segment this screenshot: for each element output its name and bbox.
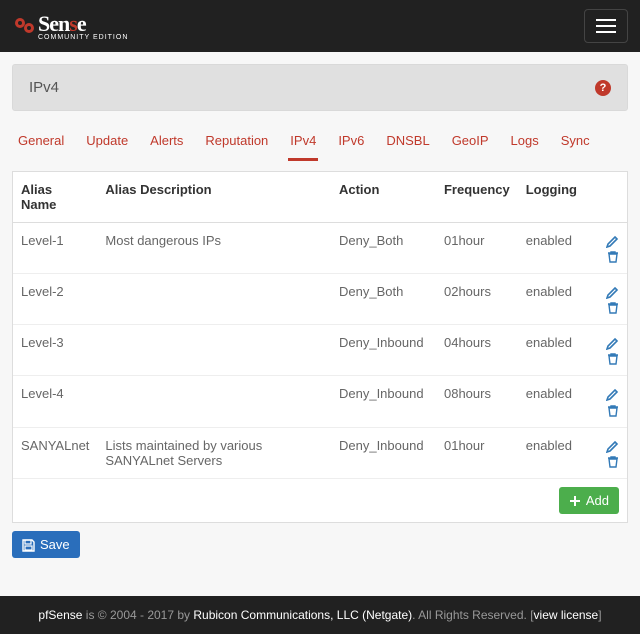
cell-desc: Lists maintained by various SANYALnet Se… — [97, 427, 331, 478]
cell-desc — [97, 376, 331, 427]
panel-heading: IPv4 ? — [12, 64, 628, 111]
tab-alerts[interactable]: Alerts — [148, 125, 185, 161]
tab-logs[interactable]: Logs — [509, 125, 541, 161]
footer-company: Rubicon Communications, LLC (Netgate) — [193, 608, 412, 622]
cell-freq: 01hour — [436, 223, 518, 274]
cell-action: Deny_Both — [331, 274, 436, 325]
footer-years: is © 2004 - 2017 by — [82, 608, 193, 622]
tab-sync[interactable]: Sync — [559, 125, 592, 161]
delete-icon[interactable] — [607, 453, 619, 468]
cell-freq: 04hours — [436, 325, 518, 376]
edit-icon[interactable] — [606, 386, 619, 401]
add-button[interactable]: Add — [559, 487, 619, 514]
cell-freq: 08hours — [436, 376, 518, 427]
tab-ipv4[interactable]: IPv4 — [288, 125, 318, 161]
logo-icon — [12, 13, 38, 39]
delete-icon[interactable] — [607, 401, 619, 416]
delete-icon[interactable] — [607, 350, 619, 365]
cell-name: Level-1 — [13, 223, 97, 274]
footer-rights: . All Rights Reserved. [ — [412, 608, 533, 622]
help-icon[interactable]: ? — [595, 80, 611, 96]
save-button-label: Save — [40, 537, 70, 552]
cell-log: enabled — [518, 274, 585, 325]
cell-freq: 02hours — [436, 274, 518, 325]
edit-icon[interactable] — [606, 438, 619, 453]
alias-table: Alias Name Alias Description Action Freq… — [12, 171, 628, 523]
cell-freq: 01hour — [436, 427, 518, 478]
footer-view-license[interactable]: view license — [534, 608, 599, 622]
footer: pfSense is © 2004 - 2017 by Rubicon Comm… — [0, 596, 640, 634]
table-header-row: Alias Name Alias Description Action Freq… — [13, 172, 627, 223]
cell-desc — [97, 325, 331, 376]
col-frequency: Frequency — [436, 172, 518, 223]
cell-name: SANYALnet — [13, 427, 97, 478]
cell-log: enabled — [518, 325, 585, 376]
tab-ipv6[interactable]: IPv6 — [336, 125, 366, 161]
menu-toggle-button[interactable] — [584, 9, 628, 43]
cell-action: Deny_Inbound — [331, 376, 436, 427]
save-button[interactable]: Save — [12, 531, 80, 558]
table-row: Level-3 Deny_Inbound04hoursenabled — [13, 325, 627, 376]
cell-name: Level-3 — [13, 325, 97, 376]
navbar: Sense COMMUNITY EDITION — [0, 0, 640, 52]
table-row: Level-1Most dangerous IPsDeny_Both01hour… — [13, 223, 627, 274]
cell-action: Deny_Inbound — [331, 427, 436, 478]
table-footer: Add — [13, 479, 627, 522]
table-row: SANYALnetLists maintained by various SAN… — [13, 427, 627, 478]
cell-desc: Most dangerous IPs — [97, 223, 331, 274]
add-button-label: Add — [586, 493, 609, 508]
footer-close: ] — [598, 608, 601, 622]
brand[interactable]: Sense COMMUNITY EDITION — [12, 11, 128, 41]
plus-icon — [569, 493, 581, 508]
cell-log: enabled — [518, 427, 585, 478]
tab-bar: General Update Alerts Reputation IPv4 IPv6 DNS… — [12, 125, 628, 161]
tab-general[interactable]: General — [16, 125, 66, 161]
brand-subtitle: COMMUNITY EDITION — [38, 34, 128, 41]
cell-name: Level-2 — [13, 274, 97, 325]
footer-brand: pfSense — [38, 608, 82, 622]
delete-icon[interactable] — [607, 248, 619, 263]
delete-icon[interactable] — [607, 299, 619, 314]
edit-icon[interactable] — [606, 284, 619, 299]
col-action: Action — [331, 172, 436, 223]
cell-name: Level-4 — [13, 376, 97, 427]
table-row: Level-2 Deny_Both02hoursenabled — [13, 274, 627, 325]
col-logging: Logging — [518, 172, 585, 223]
tab-update[interactable]: Update — [84, 125, 130, 161]
panel-title: IPv4 — [29, 79, 59, 96]
save-icon — [22, 537, 35, 552]
tab-dnsbl[interactable]: DNSBL — [384, 125, 431, 161]
cell-desc — [97, 274, 331, 325]
col-alias-desc: Alias Description — [97, 172, 331, 223]
cell-action: Deny_Both — [331, 223, 436, 274]
col-alias-name: Alias Name — [13, 172, 97, 223]
edit-icon[interactable] — [606, 335, 619, 350]
tab-reputation[interactable]: Reputation — [203, 125, 270, 161]
cell-log: enabled — [518, 223, 585, 274]
edit-icon[interactable] — [606, 233, 619, 248]
tab-geoip[interactable]: GeoIP — [450, 125, 491, 161]
cell-action: Deny_Inbound — [331, 325, 436, 376]
table-row: Level-4 Deny_Inbound08hoursenabled — [13, 376, 627, 427]
cell-log: enabled — [518, 376, 585, 427]
